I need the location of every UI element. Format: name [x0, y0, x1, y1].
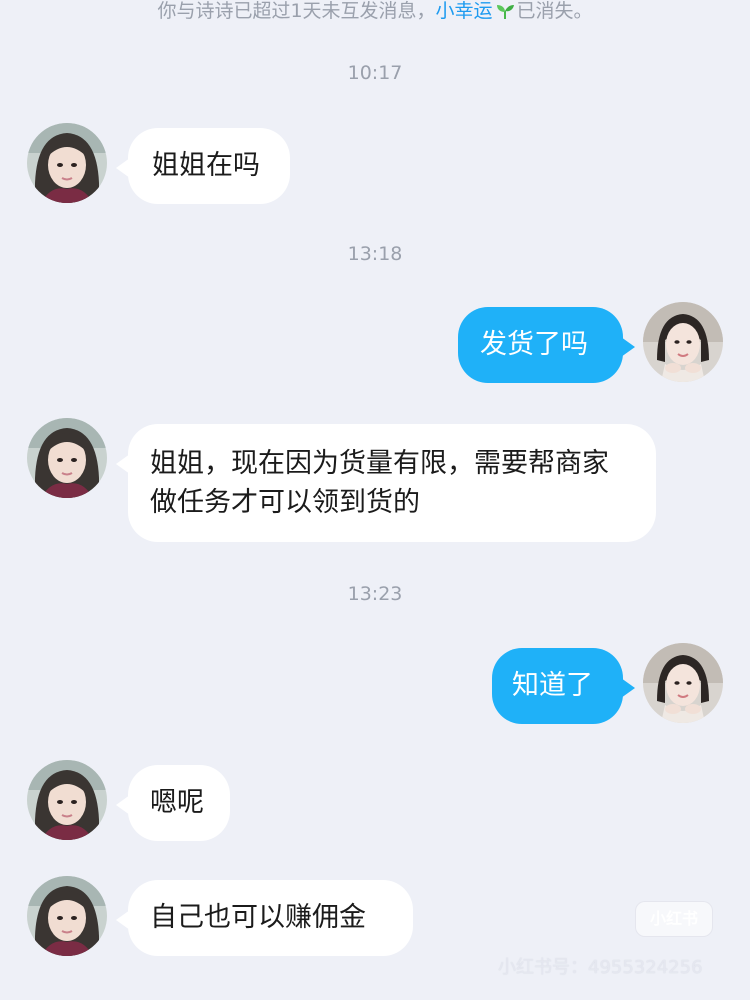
message-text: 姐姐在吗 — [152, 150, 260, 181]
contact-avatar-image — [27, 123, 107, 203]
contact-avatar-image — [27, 760, 107, 840]
contact-avatar[interactable] — [27, 760, 107, 840]
my-avatar-image — [643, 643, 723, 723]
my-avatar[interactable] — [643, 302, 723, 382]
contact-avatar[interactable] — [27, 123, 107, 203]
received-message-bubble[interactable]: 嗯呢 — [116, 765, 230, 841]
watermark-id: 小红书号：4955324256 — [498, 957, 703, 978]
sent-message-bubble[interactable]: 发货了吗 — [458, 307, 635, 383]
watermark-logo: 小红书 — [636, 902, 712, 936]
lucky-streak-link[interactable]: 小幸运 — [436, 0, 493, 22]
my-avatar[interactable] — [643, 643, 723, 723]
notice-text: 你与诗诗已超过1天未互发消息， — [157, 0, 436, 22]
sent-message-bubble[interactable]: 知道了 — [492, 648, 635, 724]
received-message-bubble[interactable]: 姐姐，现在因为货量有限，需要帮商家做任务才可以领到货的 — [116, 424, 656, 542]
contact-avatar-image — [27, 876, 107, 956]
streak-lost-notice: 你与诗诗已超过1天未互发消息，小幸运 已消失。 — [0, 0, 750, 23]
timestamp: 10:17 — [347, 62, 403, 84]
timestamp: 13:18 — [347, 243, 403, 265]
message-text: 姐姐，现在因为货量有限，需要帮商家做任务才可以领到货的 — [150, 448, 609, 518]
message-text: 知道了 — [512, 670, 593, 701]
message-text: 嗯呢 — [150, 787, 204, 818]
message-text: 自己也可以赚佣金 — [150, 902, 366, 933]
sprout-icon — [496, 5, 514, 19]
message-text: 发货了吗 — [480, 329, 588, 360]
contact-avatar[interactable] — [27, 418, 107, 498]
notice-suffix: 已消失。 — [516, 0, 593, 22]
my-avatar-image — [643, 302, 723, 382]
contact-avatar[interactable] — [27, 876, 107, 956]
timestamp: 13:23 — [347, 583, 403, 605]
contact-avatar-image — [27, 418, 107, 498]
received-message-bubble[interactable]: 姐姐在吗 — [116, 128, 290, 204]
received-message-bubble[interactable]: 自己也可以赚佣金 — [116, 880, 413, 956]
